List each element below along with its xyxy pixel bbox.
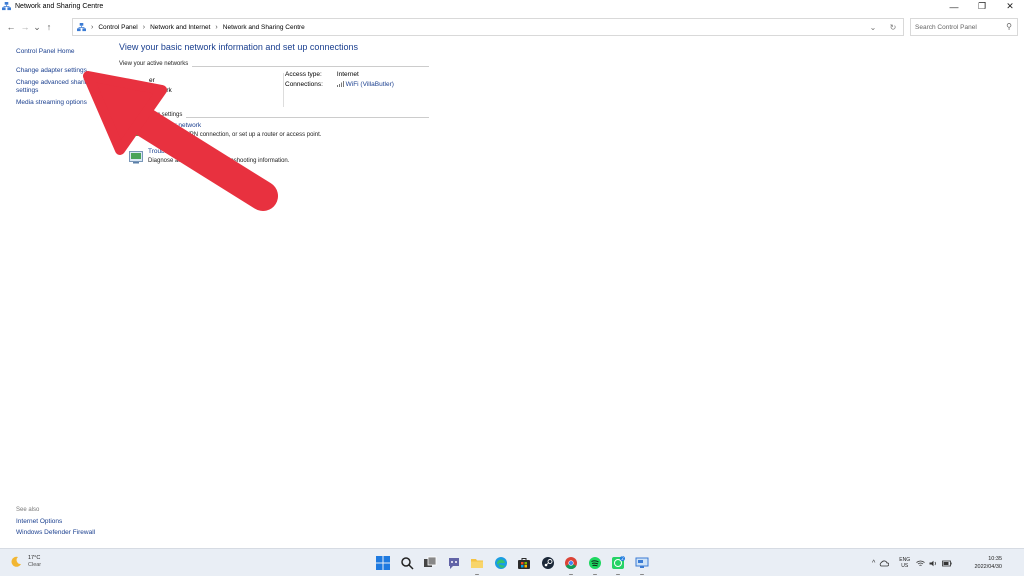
running-indicator (475, 573, 479, 575)
internet-options-link[interactable]: Internet Options (16, 518, 136, 525)
divider (186, 117, 429, 118)
taskbar: 17°C Clear 2 ^ ENG US 10:35 2022/04/30 (0, 548, 1024, 576)
troubleshoot-icon (129, 151, 143, 164)
title-bar: Network and Sharing Centre — ❐ ✕ (0, 0, 1024, 13)
spotify-icon[interactable] (586, 554, 604, 575)
temperature: 17°C (28, 555, 41, 561)
clock-time: 10:35 (988, 556, 1002, 562)
access-type-value: Internet (336, 71, 359, 78)
show-hidden-icons-chevron-icon[interactable]: ^ (872, 560, 875, 567)
breadcrumb-separator[interactable]: › (215, 24, 217, 31)
battery-icon[interactable] (942, 560, 952, 567)
active-network-panel: er network Access type: Internet Connect… (119, 71, 429, 111)
active-networks-header-text: View your active networks (119, 60, 189, 67)
keyboard-layout: US (901, 563, 909, 569)
network-centre-icon (2, 2, 11, 11)
divider (283, 73, 284, 107)
recent-locations-button[interactable]: ⌄ (32, 19, 42, 35)
notification-badge: 2 (621, 556, 624, 561)
steam-icon[interactable] (539, 554, 557, 572)
connections-label: Connections: (285, 81, 323, 88)
weather-widget[interactable]: 17°C Clear (10, 555, 41, 569)
file-explorer-icon[interactable] (468, 554, 486, 575)
change-adapter-settings-link[interactable]: Change adapter settings (16, 67, 108, 75)
main-content: View your basic network information and … (119, 42, 429, 168)
breadcrumb-separator[interactable]: › (143, 24, 145, 31)
minimize-button[interactable]: — (940, 0, 968, 13)
language-indicator[interactable]: ENG US (899, 557, 910, 569)
connections-row: Connections: WiFi (VillaButler) (285, 81, 394, 88)
change-settings-header-text: king settings (149, 111, 183, 118)
store-icon[interactable] (515, 554, 533, 572)
control-panel-home-link[interactable]: Control Panel Home (16, 48, 108, 56)
start-icon[interactable] (374, 554, 392, 572)
up-button[interactable]: ↑ (42, 19, 56, 35)
set-up-connection-description: Set up l-up or VPN connection, or set up… (148, 132, 322, 138)
wifi-icon[interactable] (916, 560, 925, 567)
breadcrumb-network-and-sharing-centre[interactable]: Network and Sharing Centre (223, 24, 305, 31)
window-title: Network and Sharing Centre (15, 3, 104, 10)
wifi-connection-link[interactable]: WiFi (VillaButler) (346, 81, 394, 88)
setting-troubleshoot: Troubleshoot p Diagnose and repai r get … (119, 148, 429, 168)
network-type-link[interactable]: network (149, 87, 172, 94)
see-also-section: See also Internet Options Windows Defend… (16, 507, 136, 540)
control-panel-icon (77, 22, 86, 31)
running-indicator (592, 573, 597, 575)
troubleshoot-description: Diagnose and repai r get troubleshooting… (148, 158, 290, 164)
media-streaming-options-link[interactable]: Media streaming options (16, 99, 108, 107)
whatsapp-icon[interactable]: 2 (609, 554, 627, 575)
navigation-bar: ← → ⌄ ↑ › Control Panel › Network and In… (0, 16, 1024, 38)
chrome-icon[interactable] (562, 554, 580, 575)
search-box[interactable]: ⚲ (910, 18, 1018, 36)
set-up-connection-link[interactable]: nection or network (148, 122, 429, 129)
close-button[interactable]: ✕ (996, 0, 1024, 13)
running-indicator (639, 573, 644, 575)
moon-icon (11, 556, 21, 567)
change-advanced-sharing-settings-link[interactable]: Change advanced sharing settings (16, 79, 108, 95)
taskbar-apps: 2 (374, 554, 656, 575)
maximize-button[interactable]: ❐ (968, 0, 996, 13)
weather-condition: Clear (28, 562, 42, 568)
network-name: er (149, 77, 155, 84)
change-networking-settings-header: king settings (119, 111, 429, 118)
address-bar[interactable]: › Control Panel › Network and Internet ›… (72, 18, 904, 36)
refresh-icon[interactable]: ↻ (883, 23, 903, 32)
breadcrumb-network-and-internet[interactable]: Network and Internet (150, 24, 210, 31)
forward-button[interactable]: → (18, 19, 32, 35)
page-title: View your basic network information and … (119, 42, 358, 52)
remote-desktop-icon[interactable] (633, 554, 651, 575)
search-icon[interactable]: ⚲ (1006, 22, 1012, 31)
breadcrumb-separator: › (91, 23, 94, 31)
teams-chat-icon[interactable] (445, 554, 463, 572)
clock[interactable]: 10:35 2022/04/30 (974, 555, 1002, 571)
wifi-signal-icon (336, 81, 344, 88)
search-icon[interactable] (398, 554, 416, 572)
window-controls: — ❐ ✕ (940, 0, 1024, 13)
divider (192, 66, 429, 67)
access-type-label: Access type: (285, 71, 322, 78)
system-tray: ^ ENG US (872, 554, 956, 572)
running-indicator (569, 573, 573, 575)
onedrive-cloud-icon[interactable] (879, 560, 890, 567)
clock-date: 2022/04/30 (974, 564, 1002, 570)
running-indicator (616, 573, 620, 575)
windows-defender-firewall-link[interactable]: Windows Defender Firewall (16, 529, 136, 536)
edge-icon[interactable] (492, 554, 510, 572)
volume-icon[interactable] (929, 560, 938, 567)
new-connection-icon (130, 125, 142, 136)
active-networks-header: View your active networks (119, 60, 429, 67)
setting-new-connection: nection or network Set up l-up or VPN co… (119, 122, 429, 142)
address-dropdown-icon[interactable]: ⌄ (863, 23, 883, 32)
search-input[interactable] (915, 23, 1003, 31)
left-pane: Control Panel Home Change adapter settin… (16, 48, 108, 111)
see-also-header: See also (16, 507, 40, 513)
access-type-row: Access type: Internet (285, 71, 359, 78)
back-button[interactable]: ← (4, 19, 18, 35)
breadcrumb-control-panel[interactable]: Control Panel (98, 24, 137, 31)
troubleshoot-problems-link[interactable]: Troubleshoot p (148, 148, 429, 155)
task-view-icon[interactable] (421, 554, 439, 572)
